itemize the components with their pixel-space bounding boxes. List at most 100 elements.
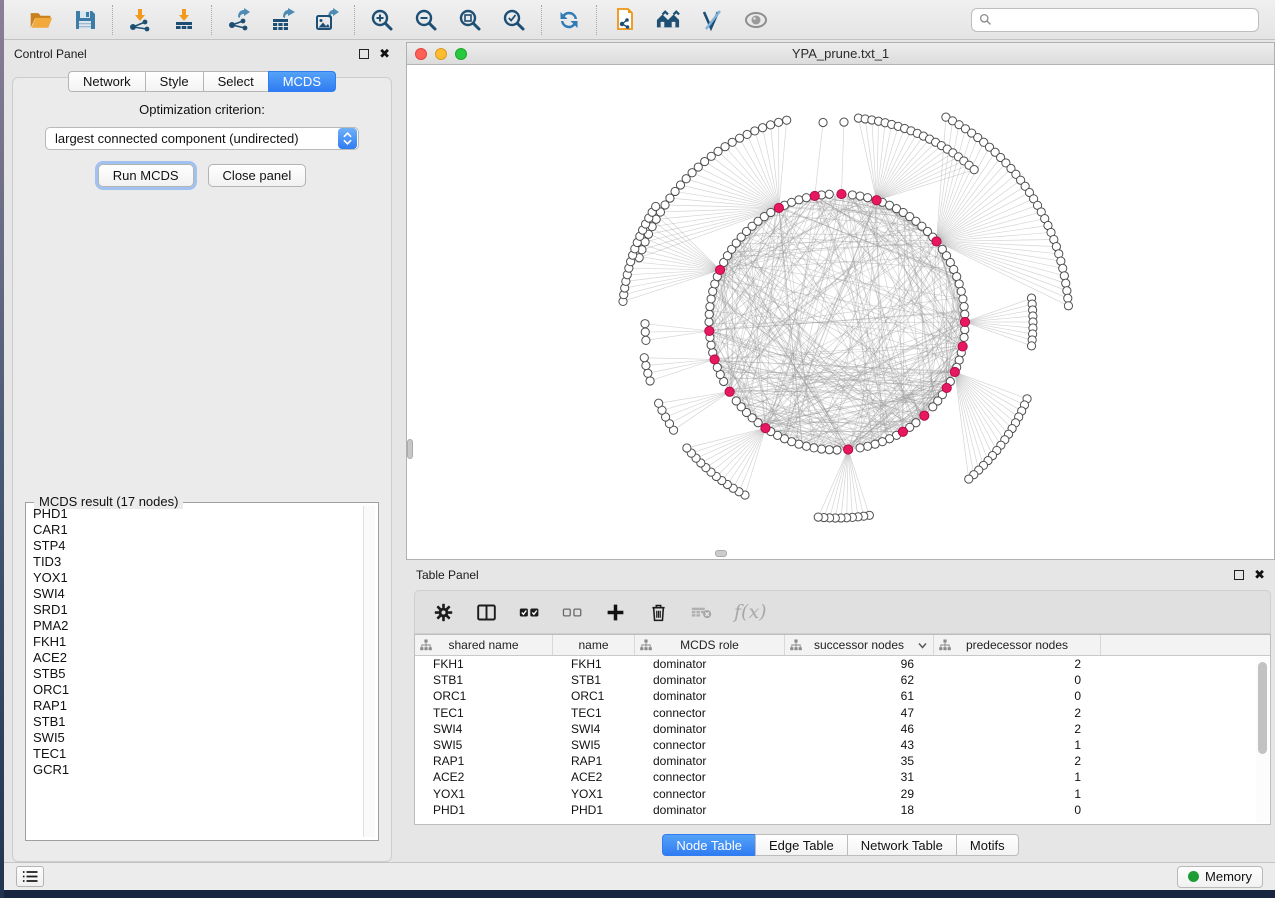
network-node[interactable]	[1064, 294, 1072, 302]
open-session-icon[interactable]	[28, 7, 54, 33]
network-node[interactable]	[848, 191, 856, 199]
mcds-result-item[interactable]: SWI5	[29, 730, 363, 746]
mcds-result-item[interactable]: ACE2	[29, 650, 363, 666]
cell-shared-name[interactable]: STB1	[415, 673, 553, 687]
network-node[interactable]	[640, 354, 648, 362]
table-row[interactable]: SWI5SWI5connector431	[415, 737, 1270, 753]
table-scrollbar[interactable]	[1256, 657, 1269, 823]
cell-shared-name[interactable]: YOX1	[415, 787, 553, 801]
network-node[interactable]	[965, 475, 973, 483]
network-node[interactable]	[683, 444, 691, 452]
mcds-result-item[interactable]: RAP1	[29, 698, 363, 714]
cell-successor-nodes[interactable]: 96	[785, 657, 934, 671]
network-node[interactable]	[706, 302, 714, 310]
network-node[interactable]	[864, 194, 872, 202]
mcds-result-item[interactable]: SRD1	[29, 602, 363, 618]
criterion-select[interactable]: largest connected component (undirected)	[45, 127, 359, 150]
network-node[interactable]	[833, 446, 841, 454]
network-node[interactable]	[959, 295, 967, 303]
table-row[interactable]: TEC1TEC1connector472	[415, 705, 1270, 721]
select-all-icon[interactable]	[519, 602, 540, 623]
show-all-eye-icon[interactable]	[743, 7, 769, 33]
search-input[interactable]	[997, 13, 1251, 27]
network-canvas[interactable]	[407, 65, 1274, 559]
search-field[interactable]	[971, 8, 1259, 32]
network-node[interactable]	[646, 377, 654, 385]
cell-predecessor-nodes[interactable]: 0	[934, 803, 1101, 817]
cell-MCDS-role[interactable]: dominator	[635, 657, 785, 671]
zoom-out-icon[interactable]	[413, 7, 439, 33]
network-node[interactable]	[825, 446, 833, 454]
mcds-node[interactable]	[960, 317, 969, 326]
mcds-node[interactable]	[958, 342, 967, 351]
result-list-scrollbar[interactable]	[363, 506, 375, 837]
cell-name[interactable]: FKH1	[553, 657, 635, 671]
network-node[interactable]	[929, 403, 937, 411]
task-history-button[interactable]	[16, 866, 44, 887]
network-vertical-scrollbar[interactable]	[407, 439, 413, 459]
network-node[interactable]	[767, 208, 775, 216]
column-view-icon[interactable]	[476, 602, 497, 623]
cell-shared-name[interactable]: PHD1	[415, 803, 553, 817]
network-node[interactable]	[957, 287, 965, 295]
cell-name[interactable]: YOX1	[553, 787, 635, 801]
network-node[interactable]	[1064, 302, 1072, 310]
network-node[interactable]	[1059, 264, 1067, 272]
cell-name[interactable]: PHD1	[553, 803, 635, 817]
mcds-node[interactable]	[872, 196, 881, 205]
import-table-icon[interactable]	[171, 7, 197, 33]
table-row[interactable]: ACE2ACE2connector311	[415, 769, 1270, 785]
network-node[interactable]	[819, 118, 827, 126]
network-node[interactable]	[802, 442, 810, 450]
mcds-node[interactable]	[705, 326, 714, 335]
table-scrollbar-thumb[interactable]	[1258, 662, 1267, 754]
cell-MCDS-role[interactable]: dominator	[635, 803, 785, 817]
column-header-successor-nodes[interactable]: successor nodes	[785, 635, 934, 655]
cell-shared-name[interactable]: ORC1	[415, 689, 553, 703]
cell-shared-name[interactable]: RAP1	[415, 754, 553, 768]
close-table-panel-icon[interactable]: ✖	[1254, 570, 1265, 580]
mcds-node[interactable]	[844, 445, 853, 454]
mcds-node[interactable]	[710, 355, 719, 364]
table-row[interactable]: PHD1PHD1dominator180	[415, 802, 1270, 818]
network-node[interactable]	[758, 124, 766, 132]
network-node[interactable]	[810, 444, 818, 452]
cell-successor-nodes[interactable]: 43	[785, 738, 934, 752]
cell-MCDS-role[interactable]: connector	[635, 738, 785, 752]
cell-successor-nodes[interactable]: 46	[785, 722, 934, 736]
mcds-result-item[interactable]: GCR1	[29, 762, 363, 778]
network-node[interactable]	[707, 341, 715, 349]
cell-predecessor-nodes[interactable]: 2	[934, 722, 1101, 736]
mcds-result-item[interactable]: STB1	[29, 714, 363, 730]
mcds-node[interactable]	[810, 191, 819, 200]
network-node[interactable]	[864, 442, 872, 450]
network-graph[interactable]	[407, 65, 1274, 559]
network-node[interactable]	[705, 318, 713, 326]
zoom-selected-icon[interactable]	[501, 7, 527, 33]
network-node[interactable]	[856, 444, 864, 452]
cell-successor-nodes[interactable]: 18	[785, 803, 934, 817]
network-node[interactable]	[1063, 287, 1071, 295]
network-node[interactable]	[652, 202, 660, 210]
mcds-result-item[interactable]: FKH1	[29, 634, 363, 650]
mcds-result-item[interactable]: TID3	[29, 554, 363, 570]
network-node[interactable]	[641, 328, 649, 336]
cell-predecessor-nodes[interactable]: 0	[934, 689, 1101, 703]
close-panel-button[interactable]: Close panel	[208, 164, 307, 187]
cell-predecessor-nodes[interactable]: 1	[934, 787, 1101, 801]
save-session-icon[interactable]	[72, 7, 98, 33]
network-node[interactable]	[960, 302, 968, 310]
network-node[interactable]	[655, 399, 663, 407]
cell-predecessor-nodes[interactable]: 2	[934, 657, 1101, 671]
cell-successor-nodes[interactable]: 35	[785, 754, 934, 768]
mcds-node[interactable]	[920, 411, 929, 420]
network-node[interactable]	[825, 190, 833, 198]
mcds-result-item[interactable]: SWI4	[29, 586, 363, 602]
tab-edge-table[interactable]: Edge Table	[755, 834, 847, 856]
network-node[interactable]	[728, 138, 736, 146]
cell-shared-name[interactable]: TEC1	[415, 706, 553, 720]
cell-MCDS-role[interactable]: dominator	[635, 754, 785, 768]
network-node[interactable]	[642, 336, 650, 344]
network-node[interactable]	[709, 287, 717, 295]
mcds-node[interactable]	[837, 189, 846, 198]
